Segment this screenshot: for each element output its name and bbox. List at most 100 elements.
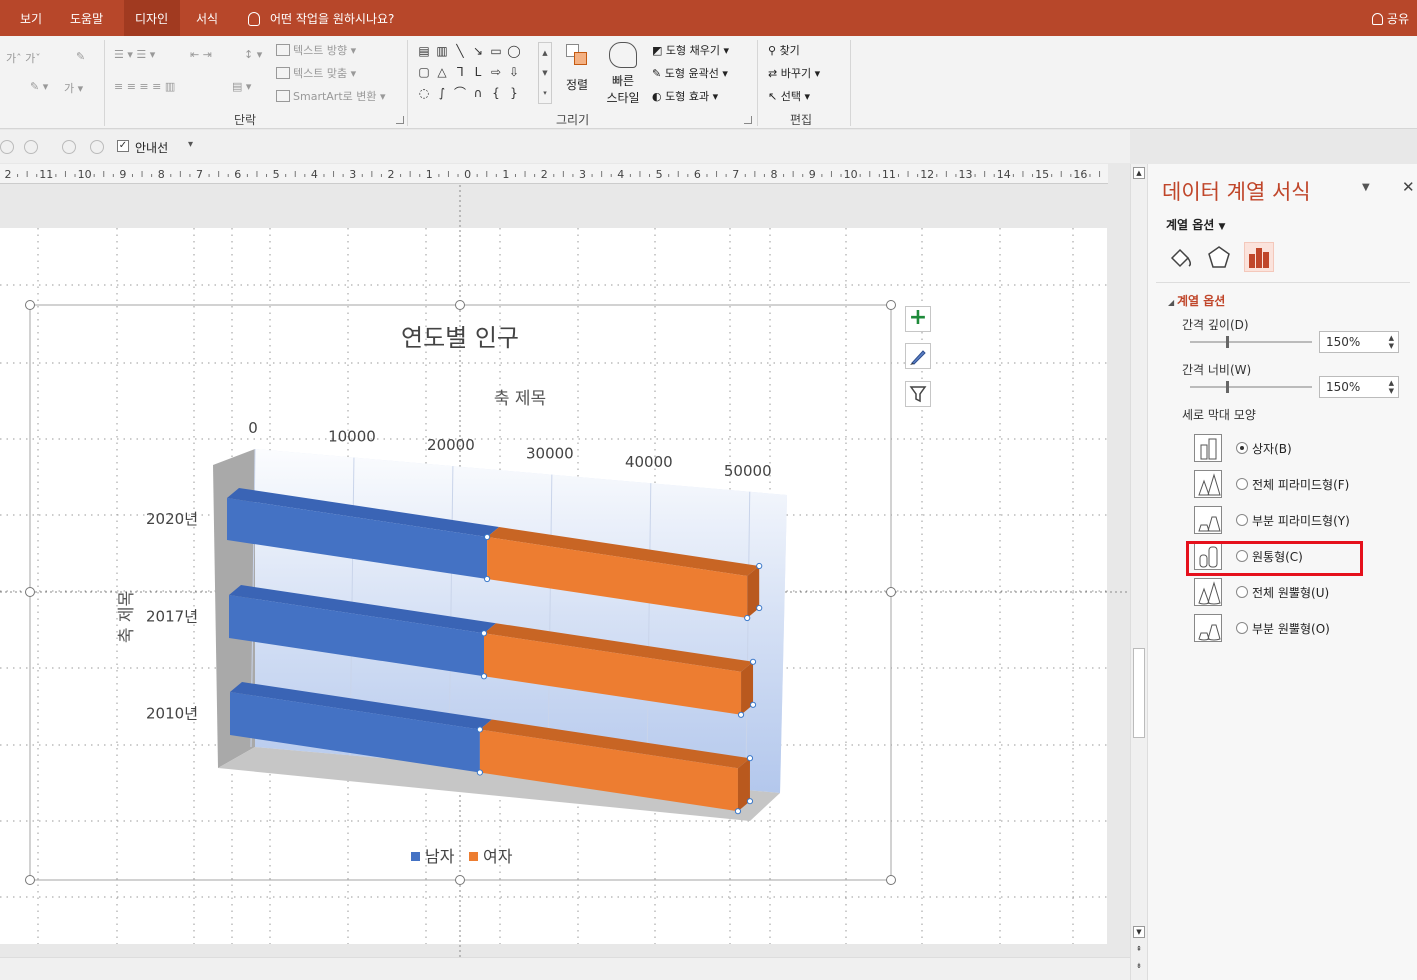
gap-depth-input[interactable]: 150% ▲ ▼ (1319, 331, 1399, 353)
drawing-launcher-icon[interactable] (744, 116, 752, 124)
pane-options-icon[interactable]: ▼ (1362, 182, 1370, 193)
align-text-button[interactable]: 텍스트 맞춤 ▾ (276, 65, 356, 81)
highlight-icon[interactable]: ✎ ▾ (30, 80, 48, 93)
prev-slide-icon[interactable]: ⇞ (1133, 944, 1145, 956)
font-size-buttons[interactable]: 가ˆ 가ˇ (6, 50, 41, 66)
right-arrow-shape-icon[interactable]: ⇨ (488, 65, 504, 79)
rectangle-shape-icon[interactable]: ▭ (488, 44, 504, 58)
gap-width-slider-knob[interactable] (1226, 381, 1229, 393)
chart-filters-button[interactable] (905, 381, 931, 407)
rounded-rect-shape-icon[interactable]: ▢ (416, 65, 432, 79)
brace-left-shape-icon[interactable]: { (488, 86, 504, 100)
textbox-shape-icon[interactable]: ▤ (416, 44, 432, 58)
columns-icon[interactable]: ▤ ▾ (232, 80, 251, 93)
font-size-down[interactable]: 가 (25, 52, 35, 65)
chart-elements-button[interactable]: + (905, 306, 931, 332)
scribble-shape-icon[interactable]: ∫ (434, 86, 450, 100)
horizontal-ruler[interactable]: 2 11 10 9 8 7 6 5 4 3 2 1 0 1 2 3 4 5 6 7 8 9 10 11 12 13 14 15 16 (0, 164, 1108, 184)
smartart-button[interactable]: SmartArt로 변환 ▾ (276, 88, 386, 104)
curve-shape-icon[interactable]: ∩ (470, 86, 486, 100)
column-shape-radio[interactable] (1236, 514, 1248, 526)
spinner-arrows-icon[interactable]: ▲ ▼ (1389, 379, 1394, 395)
select-button[interactable]: ↖ 선택 ▾ (768, 88, 810, 104)
gap-depth-slider-knob[interactable] (1226, 336, 1229, 348)
bar-selection-handle (746, 755, 754, 762)
find-button[interactable]: ⚲ 찾기 (768, 42, 800, 58)
column-shape-icon[interactable] (1194, 434, 1222, 462)
column-shape-icon[interactable] (1194, 506, 1222, 534)
close-icon[interactable]: ✕ (1402, 178, 1415, 196)
oval-shape-icon[interactable]: ◯ (506, 44, 522, 58)
indent-icon[interactable]: ⇤ ⇥ (190, 48, 212, 61)
selection-icon[interactable] (0, 140, 14, 154)
resize-handle (455, 875, 465, 885)
shape-outline-button[interactable]: ✎ 도형 윤곽선 ▾ (652, 65, 728, 81)
replace-button[interactable]: ⇄ 바꾸기 ▾ (768, 65, 820, 81)
vertical-scrollbar[interactable]: ▲ ▼ ⇞ ⇟ (1130, 164, 1147, 980)
quick-styles-button[interactable]: 빠른 스타일 (600, 42, 646, 108)
tell-me-search[interactable]: 어떤 작업을 원하시나요? (248, 0, 394, 36)
scroll-thumb[interactable] (1133, 648, 1145, 738)
column-shape-radio[interactable] (1236, 586, 1248, 598)
align-icons[interactable]: ≡ ≡ ≡ ≡ ▥ (114, 80, 175, 93)
series-options-dropdown[interactable]: 계열 옵션 ▼ (1166, 216, 1225, 233)
elbow-shape-icon[interactable]: ᒪ (470, 65, 486, 79)
group-icon[interactable] (24, 140, 38, 154)
tab-help[interactable]: 도움말 (60, 0, 113, 36)
column-shape-radio[interactable] (1236, 622, 1248, 634)
column-shape-icon[interactable] (1194, 578, 1222, 606)
next-slide-icon[interactable]: ⇟ (1133, 961, 1145, 973)
bullets-icon[interactable]: ☰ ▾ ☰ ▾ (114, 48, 155, 61)
ruler-ticks: 2 11 10 9 8 7 6 5 4 3 2 1 0 1 2 3 4 5 6 7 8 9 10 11 12 13 14 15 16 (5, 168, 1101, 181)
tab-view[interactable]: 보기 (10, 0, 52, 36)
text-direction-button[interactable]: 텍스트 방향 ▾ (276, 42, 356, 58)
clear-format-icon[interactable]: ✎ (76, 50, 85, 63)
tab-design[interactable]: 디자인 (124, 0, 180, 36)
shapes-gallery-scroll[interactable]: ▲ ▼ ▾ (538, 42, 552, 104)
tab-format[interactable]: 서식 (186, 0, 228, 36)
paragraph-launcher-icon[interactable] (396, 116, 404, 124)
bar-selection-handle (484, 533, 491, 541)
arrow-shape-icon[interactable]: ↘ (470, 44, 486, 58)
gap-depth-slider[interactable] (1190, 341, 1312, 343)
customize-arrow-icon[interactable]: ▾ (188, 139, 193, 150)
column-shape-icon[interactable] (1194, 470, 1222, 498)
column-shape-radio[interactable] (1236, 442, 1248, 454)
effects-tab[interactable] (1204, 242, 1234, 272)
gap-width-slider[interactable] (1190, 386, 1312, 388)
shape-effects-button[interactable]: ◐ 도형 효과 ▾ (652, 88, 718, 104)
font-color-icon[interactable]: 가 ▾ (64, 80, 83, 96)
arc-shape-icon[interactable]: ⌒ (452, 86, 468, 100)
column-shape-radio[interactable] (1236, 478, 1248, 490)
ungroup-icon[interactable] (62, 140, 76, 154)
scroll-up-arrow[interactable]: ▲ (1133, 167, 1145, 179)
series-options-section[interactable]: ◢ 계열 옵션 (1168, 292, 1225, 309)
chart-area[interactable]: 연도별 인구축 제목축 제목0 10000 20000 30000 40000 50000… (0, 185, 1130, 957)
line-spacing-icon[interactable]: ↕ ▾ (244, 48, 262, 61)
line-shape-icon[interactable]: ╲ (452, 44, 468, 58)
ruler-label: 16 (1073, 168, 1087, 181)
connector-shape-icon[interactable]: ᒣ (452, 65, 468, 79)
series-options-tab[interactable] (1244, 242, 1274, 272)
smartart-icon (276, 90, 290, 102)
scroll-down-arrow[interactable]: ▼ (1133, 926, 1145, 938)
column-shape-icon[interactable] (1194, 614, 1222, 642)
gap-width-input[interactable]: 150% ▲ ▼ (1319, 376, 1399, 398)
paragraph-group-label: 단락 (234, 113, 257, 127)
vertical-textbox-shape-icon[interactable]: ▥ (434, 44, 450, 58)
shape-icon[interactable] (90, 140, 104, 154)
fill-line-tab[interactable] (1166, 242, 1196, 272)
chart-styles-button[interactable] (905, 343, 931, 369)
arrange-button[interactable]: 정렬 (562, 42, 592, 108)
freeform-shape-icon[interactable]: ◌ (416, 86, 432, 100)
font-size-up[interactable]: 가 (6, 52, 16, 65)
share-button[interactable]: 공유 (1371, 0, 1409, 36)
guides-checkbox[interactable]: ✓ (117, 140, 129, 152)
triangle-shape-icon[interactable]: △ (434, 65, 450, 79)
shape-fill-button[interactable]: ◩ 도형 채우기 ▾ (652, 42, 729, 58)
spinner-arrows-icon[interactable]: ▲ ▼ (1389, 334, 1394, 350)
brace-right-shape-icon[interactable]: } (506, 86, 522, 100)
down-arrow-shape-icon[interactable]: ⇩ (506, 65, 522, 79)
ruler-label: 0 (464, 168, 471, 181)
shapes-gallery[interactable]: ▤ ▥ ╲ ↘ ▭ ◯ ▢ △ ᒣ ᒪ ⇨ ⇩ ◌ ∫ ⌒ ∩ { } ▲ ▼ ▾ (416, 42, 554, 104)
